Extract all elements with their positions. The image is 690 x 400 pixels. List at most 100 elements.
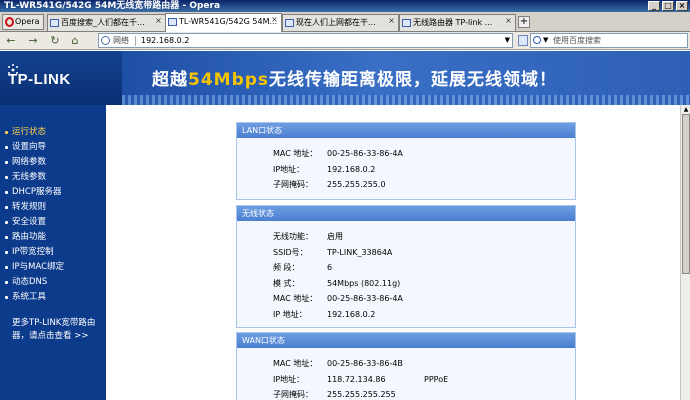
home-icon[interactable]: ⌂ [68,34,82,48]
field-label: 子网掩码： [273,180,313,189]
sidebar-item-wireless[interactable]: 无线参数 [0,170,106,185]
slogan-suffix: 无线传输距离极限，延展无线领域！ [269,70,558,90]
chevron-down-icon[interactable]: ▼ [505,34,510,47]
info-row: IP地址： 118.72.134.86 PPPoE [237,372,575,388]
field-label: IP地址： [273,374,305,384]
address-security-label: 网络 [113,36,129,45]
banner-slogan-area: 超越54Mbps无线传输距离极限，延展无线领域！ [122,51,690,105]
lan-status-panel: LAN口状态 MAC 地址： 00-25-86-33-86-4A IP地址： 192… [236,122,576,200]
scroll-up-icon[interactable]: ▲ [682,105,690,114]
sidebar-item-network[interactable]: 网络参数 [0,155,106,170]
bullet-icon [5,221,8,224]
search-box[interactable]: ▼ 使用百度搜索 [530,33,688,48]
sidebar-item-ddns[interactable]: 动态DNS [0,275,106,290]
tab-baidu[interactable]: 百度搜索_人们都在千... × [47,14,166,31]
field-label: IP地址： [273,164,305,174]
field-label: 模 式： [273,278,300,288]
banner-decoration [122,95,690,105]
more-products-link[interactable]: 更多TP-LINK宽带路由器，请点击查看 >> [12,317,104,343]
sidebar-item-forwarding[interactable]: 转发规则 [0,200,106,215]
close-tab-icon[interactable]: × [387,17,396,26]
close-tab-icon[interactable]: × [154,17,163,26]
info-row: MAC 地址： 00-25-86-33-86-4B [237,356,575,372]
panel-body: MAC 地址： 00-25-86-33-86-4A IP地址： 192.168.0.… [237,138,575,199]
new-tab-button[interactable]: + [518,16,530,28]
banner-slogan: 超越54Mbps无线传输距离极限，延展无线领域！ [152,65,557,90]
bullet-icon [5,236,8,239]
maximize-button[interactable]: □ [662,1,674,11]
bullet-icon [5,296,8,299]
vertical-scrollbar[interactable]: ▲ [680,105,690,400]
sidebar-item-label: 路由功能 [12,232,47,242]
field-label: MAC 地址： [273,149,318,158]
bullet-icon [5,161,8,164]
bullet-icon [5,251,8,254]
minimize-button[interactable]: _ [648,1,660,11]
sidebar-item-status[interactable]: 运行状态 [0,125,106,140]
logo-area: TP-LINK [0,51,122,105]
close-window-button[interactable]: × [676,1,688,11]
sidebar-item-label: IP与MAC绑定 [12,262,65,272]
address-bar[interactable]: 网络 192.168.0.2 ▼ [98,33,513,48]
search-input[interactable]: 使用百度搜索 [553,34,601,47]
info-row: IP地址： 192.168.0.2 [237,162,575,178]
sidebar-item-system-tools[interactable]: 系统工具 [0,290,106,305]
page-icon [285,19,294,27]
sidebar-item-label: 动态DNS [12,277,48,287]
tab-router[interactable]: TL-WR541G/542G 54M... × [165,13,282,32]
divider [135,36,136,46]
navigation-bar: ← → ↻ ⌂ 网络 192.168.0.2 ▼ ▼ 使用百度搜索 [0,32,690,50]
field-value: 192.168.0.2 [327,309,376,319]
wan-status-panel: WAN口状态 MAC 地址： 00-25-86-33-86-4B IP地址： 118… [236,332,576,400]
sidebar-item-label: IP带宽控制 [12,247,54,257]
opera-menu-label: Opera [15,17,40,26]
chevron-down-icon[interactable]: ▼ [543,34,548,47]
field-value: 启用 [327,232,343,241]
header-banner: TP-LINK 超越54Mbps无线传输距离极限，延展无线领域！ [0,51,690,105]
sidebar-item-wizard[interactable]: 设置向导 [0,140,106,155]
page-icon [402,19,411,27]
bookmark-icon[interactable] [518,35,528,46]
sidebar-item-dhcp[interactable]: DHCP服务器 [0,185,106,200]
reload-icon[interactable]: ↻ [48,34,62,48]
slogan-prefix: 超越 [152,70,188,90]
info-row: IP 地址： 192.168.0.2 [237,307,575,323]
bullet-icon [5,266,8,269]
field-value: 00-25-86-33-86-4B [327,359,403,368]
tab-wireless-router[interactable]: 无线路由器 TP-link ... × [399,14,516,31]
field-value: 00-25-86-33-86-4A [327,149,403,158]
scrollbar-thumb[interactable] [682,114,690,274]
field-value: 255.255.255.0 [327,180,386,189]
opera-logo-icon [5,17,14,27]
sidebar-item-ip-mac-binding[interactable]: IP与MAC绑定 [0,260,106,275]
sidebar-item-security[interactable]: 安全设置 [0,215,106,230]
bullet-icon [5,131,8,134]
field-value: 255.255.255.255 [327,390,396,399]
tab-internet-news[interactable]: 现在人们上网都在干... × [282,14,399,31]
sidebar-item-label: 网络参数 [12,157,47,167]
url-text[interactable]: 192.168.0.2 [141,34,189,47]
sidebar-item-routing[interactable]: 路由功能 [0,230,106,245]
sidebar-item-bandwidth[interactable]: IP带宽控制 [0,245,106,260]
info-row: 无线功能： 启用 [237,229,575,245]
panel-body: 无线功能： 启用 SSID号： TP-LINK_33864A 频 段： 6 模 式： 5… [237,221,575,327]
sidebar-item-label: 安全设置 [12,217,47,227]
forward-arrow-icon[interactable]: → [26,34,40,48]
close-tab-icon[interactable]: × [270,16,279,25]
window-title: TL-WR541G/542G 54M无线宽带路由器 - Opera [4,1,221,11]
back-arrow-icon[interactable]: ← [4,34,18,48]
info-row: 子网掩码： 255.255.255.255 [237,387,575,400]
sidebar-item-label: 无线参数 [12,172,47,182]
bullet-icon [5,281,8,284]
opera-menu-button[interactable]: Opera [2,14,44,30]
field-label: IP 地址： [273,309,307,319]
web-globe-icon [101,36,110,45]
page-icon [168,18,177,26]
sidebar-item-label: 设置向导 [12,142,47,152]
page-viewport: TP-LINK 超越54Mbps无线传输距离极限，延展无线领域！ 运行状态 设置… [0,51,690,400]
info-row: 模 式： 54Mbps (802.11g) [237,276,575,292]
panel-title: LAN口状态 [237,123,575,138]
close-tab-icon[interactable]: × [504,17,513,26]
window-title-bar: TL-WR541G/542G 54M无线宽带路由器 - Opera _ □ × [0,0,690,12]
info-row: 频 段： 6 [237,260,575,276]
